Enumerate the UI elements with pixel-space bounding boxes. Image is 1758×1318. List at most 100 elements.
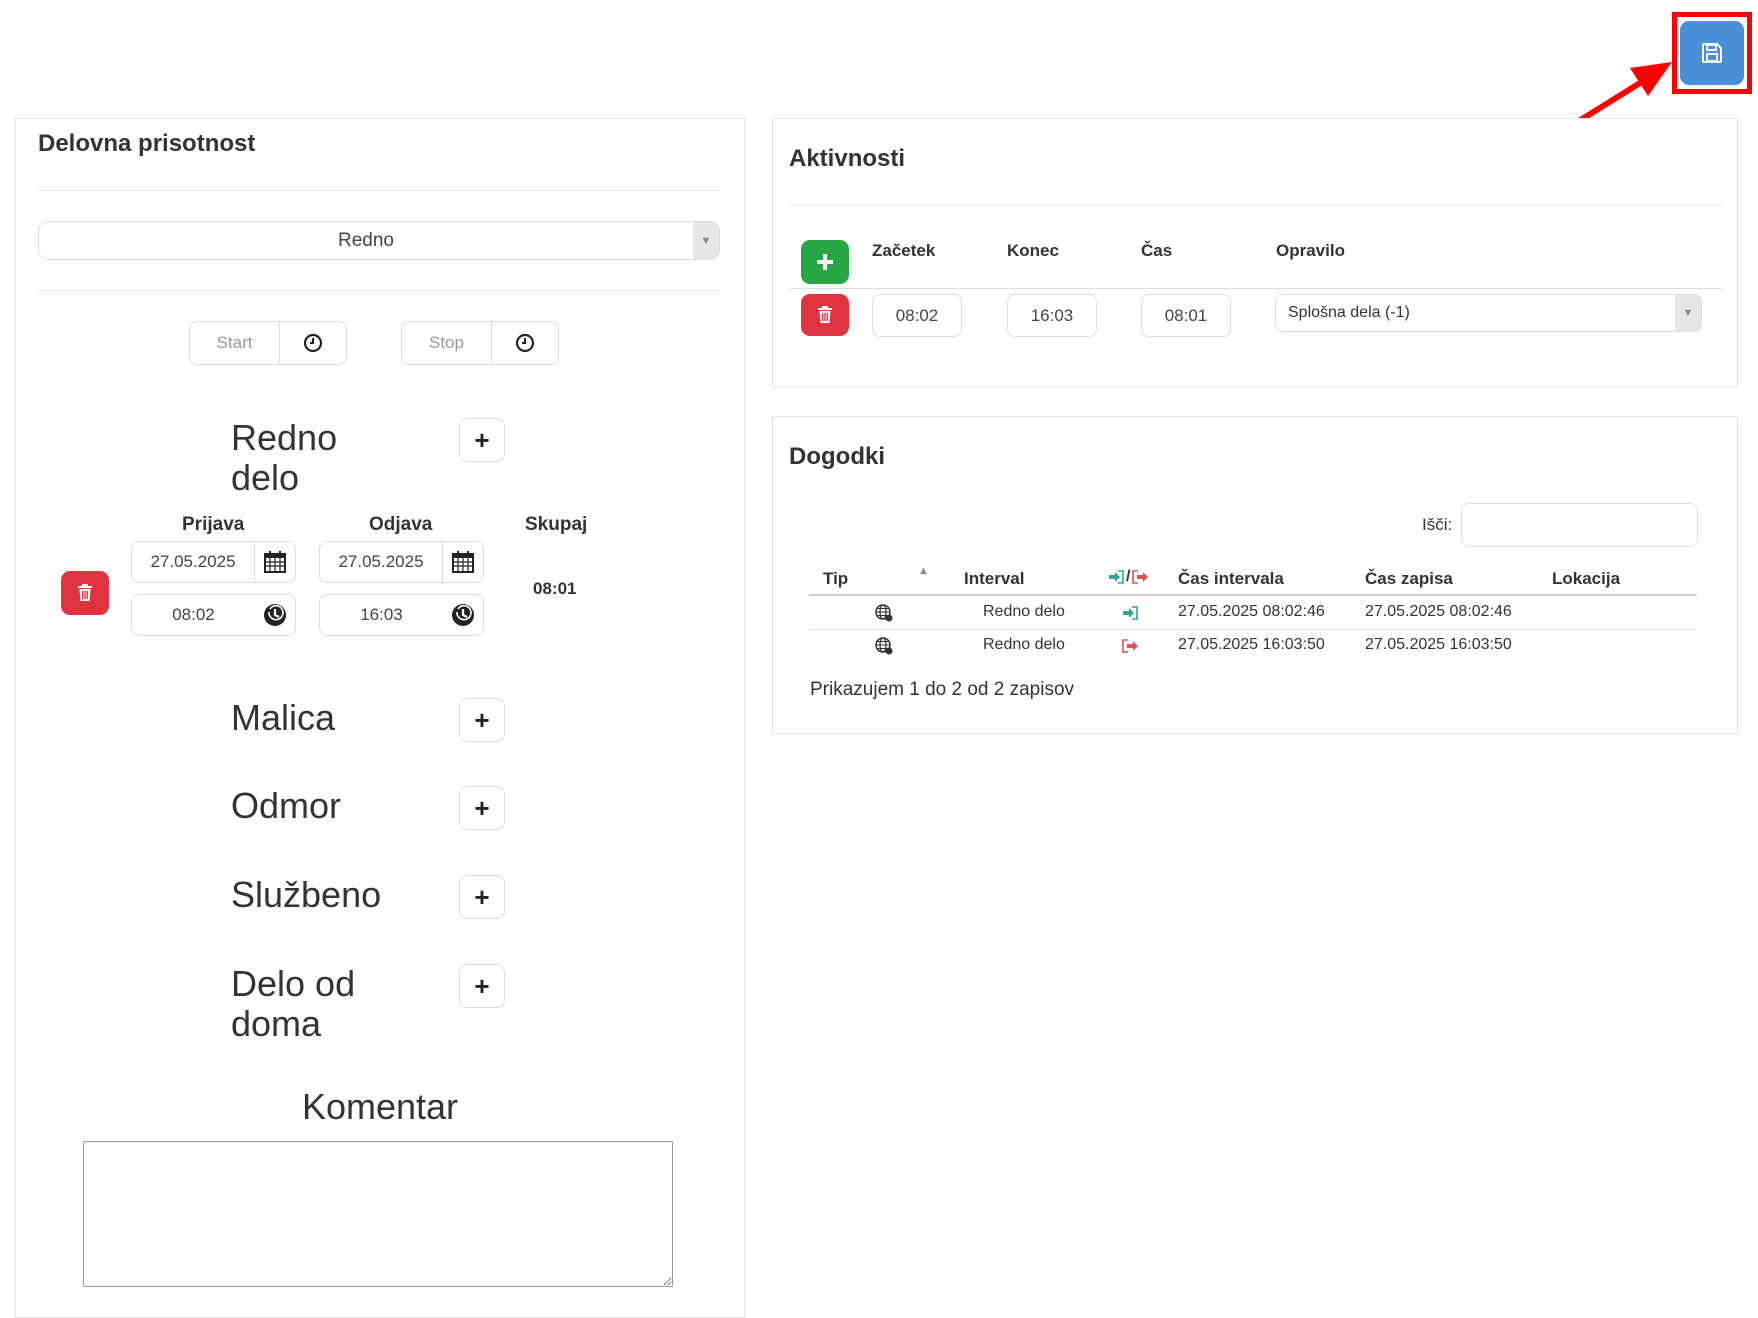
plus-icon: + bbox=[474, 792, 490, 823]
add-sluzbeno-button[interactable]: + bbox=[459, 875, 505, 919]
add-redno-delo-button[interactable]: + bbox=[459, 418, 505, 462]
delete-interval-button[interactable] bbox=[61, 571, 109, 615]
comment-title: Komentar bbox=[301, 1086, 459, 1127]
activity-opravilo-select[interactable]: Splošna dela (-1) ▼ bbox=[1275, 294, 1702, 332]
table-row: Redno delo 27.05.2025 16:03:50 27.05.202… bbox=[809, 629, 1697, 662]
prijava-date-group: 27.05.2025 bbox=[131, 541, 296, 583]
start-input[interactable]: Start bbox=[190, 322, 279, 364]
event-cas-intervala: 27.05.2025 16:03:50 bbox=[1178, 636, 1325, 653]
clock-icon bbox=[303, 333, 323, 353]
add-activity-button[interactable] bbox=[801, 240, 849, 284]
prijava-label: Prijava bbox=[182, 514, 245, 535]
event-interval: Redno delo bbox=[983, 636, 1065, 653]
col-konec: Konec bbox=[1007, 241, 1059, 260]
history-icon bbox=[264, 604, 286, 626]
odjava-label: Odjava bbox=[369, 514, 433, 535]
add-odmor-button[interactable]: + bbox=[459, 786, 505, 830]
stop-clock-button[interactable] bbox=[491, 322, 558, 364]
mode-select-arrow[interactable]: ▼ bbox=[693, 222, 719, 259]
plus-icon: + bbox=[474, 881, 490, 912]
category-redno-delo-line2: delo bbox=[231, 457, 300, 498]
start-clock-button[interactable] bbox=[279, 322, 346, 364]
start-time-group: Start bbox=[189, 321, 347, 365]
table-row: Redno delo 27.05.2025 08:02:46 27.05.202… bbox=[809, 596, 1697, 630]
skupaj-value: 08:01 bbox=[533, 579, 577, 598]
attendance-panel bbox=[15, 118, 745, 1318]
globe-icon bbox=[875, 604, 893, 622]
skupaj-label: Skupaj bbox=[525, 514, 588, 535]
prijava-date-input[interactable]: 27.05.2025 bbox=[132, 542, 254, 582]
event-interval: Redno delo bbox=[983, 603, 1065, 620]
add-malica-button[interactable]: + bbox=[459, 698, 505, 742]
col-cas: Čas bbox=[1141, 241, 1173, 260]
col-cas-zapisa[interactable]: Čas zapisa bbox=[1365, 569, 1453, 589]
odjava-date-group: 27.05.2025 bbox=[319, 541, 484, 583]
search-input[interactable] bbox=[1461, 503, 1698, 547]
plus-icon: + bbox=[474, 704, 490, 735]
activity-cas-input[interactable]: 08:01 bbox=[1141, 294, 1231, 337]
category-delo-od-doma-line2: doma bbox=[231, 1003, 322, 1044]
plus-icon bbox=[817, 254, 833, 270]
calendar-icon bbox=[452, 551, 474, 573]
trash-icon bbox=[78, 584, 92, 601]
col-opravilo: Opravilo bbox=[1276, 241, 1345, 260]
category-delo-od-doma-line1: Delo od bbox=[231, 963, 356, 1004]
add-delo-od-doma-button[interactable]: + bbox=[459, 964, 505, 1008]
comment-textarea[interactable] bbox=[83, 1141, 673, 1287]
activities-title: Aktivnosti bbox=[789, 145, 906, 172]
divider bbox=[789, 204, 1723, 205]
sign-out-icon bbox=[1132, 570, 1149, 584]
trash-icon bbox=[818, 306, 832, 323]
plus-icon: + bbox=[474, 424, 490, 455]
prijava-calendar-button[interactable] bbox=[254, 542, 295, 582]
col-inout[interactable]: / bbox=[1108, 568, 1149, 586]
sign-in-icon bbox=[1123, 606, 1138, 620]
category-redno-delo: Redno delo bbox=[231, 418, 337, 498]
col-cas-intervala[interactable]: Čas intervala bbox=[1178, 569, 1284, 589]
clock-icon bbox=[515, 333, 535, 353]
stop-input[interactable]: Stop bbox=[402, 322, 491, 364]
category-sluzbeno: Službeno bbox=[231, 874, 382, 915]
activity-opravilo-value: Splošna dela (-1) bbox=[1288, 304, 1410, 321]
col-interval[interactable]: Interval bbox=[964, 569, 1024, 589]
mode-select-value: Redno bbox=[338, 229, 394, 251]
odjava-calendar-button[interactable] bbox=[442, 542, 483, 582]
table-header-border bbox=[789, 288, 1723, 289]
caret-down-icon: ▼ bbox=[1682, 307, 1694, 319]
stop-time-group: Stop bbox=[401, 321, 559, 365]
calendar-icon bbox=[264, 551, 286, 573]
col-zacetek: Začetek bbox=[872, 241, 936, 260]
category-redno-delo-line1: Redno bbox=[231, 417, 338, 458]
col-lokacija[interactable]: Lokacija bbox=[1552, 569, 1620, 589]
category-odmor: Odmor bbox=[231, 785, 342, 826]
activity-konec-input[interactable]: 16:03 bbox=[1007, 294, 1097, 337]
inout-separator: / bbox=[1126, 568, 1131, 585]
prijava-time-button[interactable] bbox=[255, 595, 295, 635]
sign-out-icon bbox=[1122, 639, 1138, 653]
history-icon bbox=[452, 604, 474, 626]
delete-activity-button[interactable] bbox=[801, 294, 849, 336]
odjava-time-input[interactable]: 16:03 bbox=[320, 595, 443, 635]
search-label: Išči: bbox=[1422, 515, 1453, 534]
table-info: Prikazujem 1 do 2 od 2 zapisov bbox=[810, 679, 1075, 700]
sort-asc-icon: ▲ bbox=[918, 565, 929, 577]
prijava-time-input[interactable]: 08:02 bbox=[132, 595, 255, 635]
odjava-time-group: 16:03 bbox=[319, 594, 484, 636]
odjava-time-button[interactable] bbox=[443, 595, 483, 635]
activity-opravilo-arrow[interactable]: ▼ bbox=[1675, 295, 1701, 331]
mode-select[interactable]: Redno ▼ bbox=[38, 221, 720, 260]
plus-icon: + bbox=[474, 970, 490, 1001]
col-tip[interactable]: Tip bbox=[823, 569, 848, 589]
globe-icon bbox=[875, 637, 893, 655]
divider bbox=[38, 190, 720, 191]
attendance-title: Delovna prisotnost bbox=[38, 130, 256, 157]
event-cas-zapisa: 27.05.2025 16:03:50 bbox=[1365, 636, 1512, 653]
event-cas-intervala: 27.05.2025 08:02:46 bbox=[1178, 603, 1325, 620]
odjava-date-input[interactable]: 27.05.2025 bbox=[320, 542, 442, 582]
category-malica: Malica bbox=[231, 697, 336, 738]
activity-zacetek-input[interactable]: 08:02 bbox=[872, 294, 962, 337]
category-delo-od-doma: Delo od doma bbox=[231, 964, 355, 1044]
divider bbox=[38, 290, 720, 291]
events-title: Dogodki bbox=[789, 443, 885, 470]
event-cas-zapisa: 27.05.2025 08:02:46 bbox=[1365, 603, 1512, 620]
